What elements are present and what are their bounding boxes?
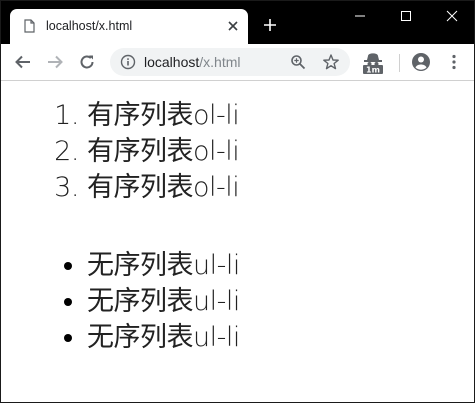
title-bar: localhost/x.html — [1, 1, 474, 44]
menu-icon[interactable] — [446, 54, 462, 70]
ordered-list-item: 有序列表ol-li — [87, 98, 240, 134]
unordered-list-item: 无序列表ul-li — [87, 248, 240, 284]
forward-arrow-icon[interactable] — [46, 53, 64, 71]
back-arrow-icon[interactable] — [14, 53, 32, 71]
address-bar[interactable]: localhost/x.html — [110, 48, 350, 76]
page-content: 有序列表ol-li 有序列表ol-li 有序列表ol-li 无序列表ul-li … — [1, 82, 474, 402]
ordered-list-item: 有序列表ol-li — [87, 134, 240, 170]
tab-close-icon[interactable] — [227, 20, 239, 32]
url-path: /x.html — [199, 54, 241, 70]
extension-badge: 1m — [366, 66, 380, 75]
toolbar-divider — [399, 54, 400, 72]
star-icon[interactable] — [322, 53, 340, 71]
reload-icon[interactable] — [78, 53, 96, 71]
minimize-icon[interactable] — [350, 8, 370, 24]
close-icon[interactable] — [442, 8, 462, 24]
extension-icon[interactable]: 1m — [362, 51, 384, 75]
tab-active[interactable]: localhost/x.html — [10, 9, 248, 44]
ordered-list-item: 有序列表ol-li — [87, 170, 240, 206]
info-icon[interactable] — [120, 54, 136, 70]
page-icon — [24, 19, 35, 33]
ordered-list: 有序列表ol-li 有序列表ol-li 有序列表ol-li — [1, 98, 240, 206]
tab-title: localhost/x.html — [46, 19, 133, 33]
zoom-icon[interactable] — [290, 54, 306, 70]
browser-window: localhost/x.html localhost/x.html 1m 1. … — [0, 0, 475, 403]
maximize-icon[interactable] — [396, 8, 416, 24]
unordered-list-item: 无序列表ul-li — [87, 320, 240, 356]
unordered-list-item: 无序列表ul-li — [87, 284, 240, 320]
new-tab-icon[interactable] — [263, 18, 277, 32]
unordered-list: 无序列表ul-li 无序列表ul-li 无序列表ul-li — [1, 248, 240, 356]
browser-toolbar: localhost/x.html 1m — [1, 44, 474, 81]
url-host: localhost — [144, 54, 200, 70]
profile-icon[interactable] — [411, 52, 431, 72]
url-text[interactable]: localhost/x.html — [144, 54, 241, 70]
